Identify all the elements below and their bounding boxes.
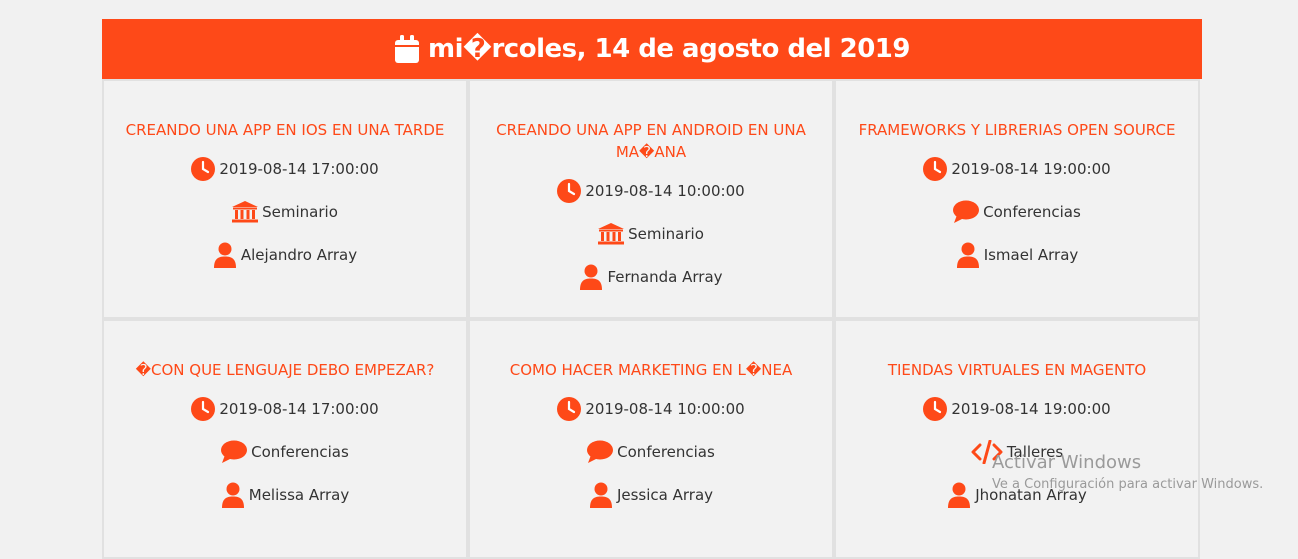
event-title: �CON QUE LENGUAJE DEBO EMPEZAR? (135, 361, 435, 379)
event-card: �CON QUE LENGUAJE DEBO EMPEZAR? 2019-08-1… (102, 319, 468, 559)
university-icon (598, 222, 625, 245)
event-speaker-row: Jessica Array (589, 479, 713, 510)
code-icon (971, 439, 1003, 464)
event-speaker-row: Jhonatan Array (947, 479, 1087, 510)
event-category: Seminario (628, 224, 704, 243)
event-title: CREANDO UNA APP EN ANDROID EN UNA MA�ANA (496, 121, 806, 161)
event-title: CREANDO UNA APP EN IOS EN UNA TARDE (125, 121, 445, 139)
event-datetime: 2019-08-14 19:00:00 (951, 159, 1111, 178)
clock-icon (191, 156, 216, 181)
date-title: mi�rcoles, 14 de agosto del 2019 (428, 34, 910, 64)
event-datetime: 2019-08-14 19:00:00 (951, 399, 1111, 418)
event-card: CREANDO UNA APP EN ANDROID EN UNA MA�ANA… (468, 79, 834, 319)
event-title: COMO HACER MARKETING EN L�NEA (509, 361, 793, 379)
event-card: CREANDO UNA APP EN IOS EN UNA TARDE 2019-… (102, 79, 468, 319)
event-speaker: Melissa Array (248, 485, 350, 504)
event-datetime-row: 2019-08-14 19:00:00 (923, 153, 1111, 184)
event-datetime: 2019-08-14 10:00:00 (585, 181, 745, 200)
event-datetime-row: 2019-08-14 19:00:00 (923, 393, 1111, 424)
comment-icon (221, 440, 248, 464)
event-category: Talleres (1006, 442, 1064, 461)
clock-icon (923, 156, 948, 181)
event-speaker: Ismael Array (983, 245, 1079, 264)
event-speaker-row: Fernanda Array (579, 261, 723, 292)
user-icon (579, 264, 603, 290)
event-datetime-row: 2019-08-14 17:00:00 (191, 153, 379, 184)
clock-icon (557, 178, 582, 203)
event-datetime: 2019-08-14 17:00:00 (219, 159, 379, 178)
event-category-row: Talleres (971, 436, 1063, 467)
user-icon (221, 482, 245, 508)
events-grid: CREANDO UNA APP EN IOS EN UNA TARDE 2019-… (102, 79, 1200, 559)
date-header: mi�rcoles, 14 de agosto del 2019 (102, 19, 1202, 79)
user-icon (213, 242, 237, 268)
event-category: Seminario (262, 202, 338, 221)
event-datetime: 2019-08-14 10:00:00 (585, 399, 745, 418)
event-datetime-row: 2019-08-14 10:00:00 (557, 393, 745, 424)
event-datetime-row: 2019-08-14 17:00:00 (191, 393, 379, 424)
comment-icon (953, 200, 980, 224)
event-category-row: Conferencias (587, 436, 715, 467)
event-speaker: Jhonatan Array (975, 485, 1087, 504)
event-card: TIENDAS VIRTUALES EN MAGENTO 2019-08-14 1… (834, 319, 1200, 559)
calendar-icon (394, 34, 420, 64)
clock-icon (923, 396, 948, 421)
user-icon (589, 482, 613, 508)
event-speaker: Alejandro Array (240, 245, 358, 264)
comment-icon (587, 440, 614, 464)
event-card: FRAMEWORKS Y LIBRERIAS OPEN SOURCE 2019-0… (834, 79, 1200, 319)
event-speaker-row: Ismael Array (956, 239, 1079, 270)
event-title: FRAMEWORKS Y LIBRERIAS OPEN SOURCE (858, 121, 1176, 139)
event-datetime-row: 2019-08-14 10:00:00 (557, 175, 745, 206)
event-category: Conferencias (617, 442, 715, 461)
event-speaker: Fernanda Array (607, 267, 723, 286)
event-category-row: Seminario (598, 218, 704, 249)
event-title: TIENDAS VIRTUALES EN MAGENTO (887, 361, 1147, 379)
event-category-row: Conferencias (953, 196, 1081, 227)
event-speaker: Jessica Array (616, 485, 714, 504)
event-category-row: Conferencias (221, 436, 349, 467)
event-speaker-row: Melissa Array (221, 479, 350, 510)
event-card: COMO HACER MARKETING EN L�NEA 2019-08-14 … (468, 319, 834, 559)
user-icon (947, 482, 971, 508)
event-category-row: Seminario (232, 196, 338, 227)
event-speaker-row: Alejandro Array (213, 239, 357, 270)
university-icon (232, 200, 259, 223)
user-icon (956, 242, 980, 268)
event-category: Conferencias (983, 202, 1081, 221)
clock-icon (557, 396, 582, 421)
event-datetime: 2019-08-14 17:00:00 (219, 399, 379, 418)
clock-icon (191, 396, 216, 421)
event-category: Conferencias (251, 442, 349, 461)
